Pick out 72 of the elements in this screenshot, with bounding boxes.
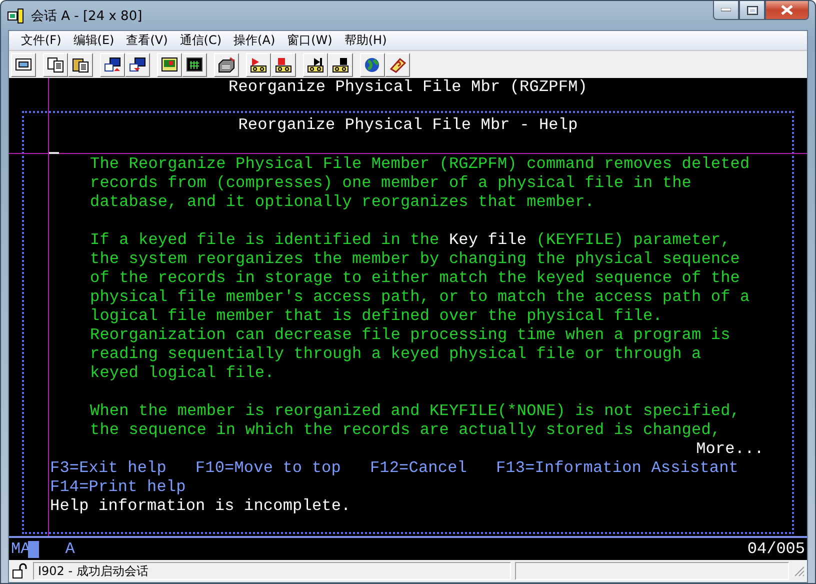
globe-icon	[364, 56, 381, 72]
monitors-icon	[104, 56, 121, 72]
toolbar-button[interactable]	[125, 52, 150, 76]
toolbar-button[interactable]	[328, 52, 353, 76]
menu-item[interactable]: 查看(V)	[120, 32, 174, 49]
padlock-icon	[11, 563, 29, 579]
help-book-icon	[389, 56, 406, 72]
function-key-hint: F10=Move to top	[195, 459, 341, 478]
help-text-line: When the member is reorganized and KEYFILE(*NONE) is not specified,	[90, 402, 740, 421]
toolbar-button[interactable]	[303, 52, 328, 76]
help-text-line: database, and it optionally reorganizes that member.	[90, 193, 594, 212]
keyboard-icon	[218, 56, 235, 72]
toolbar-button[interactable]	[157, 52, 182, 76]
help-text-line: Reorganization can decrease file processing time when a program is	[90, 326, 730, 345]
cursor-block	[28, 540, 40, 558]
help-text-line: The Reorganize Physical File Member (RGZPFM) command removes deleted	[90, 155, 750, 174]
close-icon	[781, 5, 793, 15]
help-message: Help information is incomplete.	[50, 497, 351, 516]
window-title: 会话 A - [24 x 80]	[31, 8, 142, 24]
text-cursor	[49, 152, 59, 154]
maximize-icon	[746, 6, 758, 14]
menu-item[interactable]: 文件(F)	[15, 32, 68, 49]
paste-icon	[72, 56, 89, 72]
grid-icon	[186, 56, 203, 72]
tape-icon	[275, 56, 292, 72]
menu-item[interactable]: 编辑(E)	[67, 32, 120, 49]
tape-icon	[332, 56, 349, 72]
tape-icon	[250, 56, 267, 72]
help-title: Reorganize Physical File Mbr - Help	[238, 116, 578, 135]
toolbar-button[interactable]	[43, 52, 68, 76]
toolbar-button[interactable]	[11, 52, 36, 76]
more-indicator: More...	[696, 440, 764, 459]
screen-icon	[15, 56, 32, 72]
maximize-button[interactable]	[739, 1, 765, 20]
toolbar-button[interactable]	[360, 52, 385, 76]
copy-icon	[47, 56, 64, 72]
resize-grip-icon[interactable]	[793, 565, 805, 577]
help-text-line: If a keyed file is identified in the Key file (KEYFILE) parameter,	[90, 231, 730, 250]
menu-item[interactable]: 通信(C)	[174, 32, 228, 49]
function-key-hint: F13=Information Assistant	[496, 459, 739, 478]
menu-item[interactable]: 帮助(H)	[338, 32, 393, 49]
monitors-icon	[129, 56, 146, 72]
toolbar-button[interactable]	[271, 52, 296, 76]
help-text-line: records from (compresses) one member of a physical file in the	[90, 174, 692, 193]
minimize-icon	[721, 8, 731, 12]
status-message: I902 - 成功启动会话	[33, 562, 511, 580]
cursor-position: 04/005	[747, 540, 805, 558]
close-button[interactable]	[765, 1, 809, 20]
function-key-hint: F3=Exit help	[50, 459, 166, 478]
function-key-hint: F12=Cancel	[370, 459, 467, 478]
help-text-line: physical file member's access path, or to match the access path of a	[90, 288, 750, 307]
tape-icon	[307, 56, 324, 72]
help-text-line: of the records in storage to either match the keyed sequence of the	[90, 269, 740, 288]
field-indicator: A	[65, 540, 75, 558]
minimize-button[interactable]	[713, 1, 739, 20]
toolbar-button[interactable]	[68, 52, 93, 76]
help-text-line: the sequence in which the records are actually stored is changed,	[90, 421, 721, 440]
toolbar-button[interactable]	[182, 52, 207, 76]
help-text-line: reading sequentially through a keyed physical file or through a	[90, 345, 702, 364]
menu-item[interactable]: 操作(A)	[228, 32, 282, 49]
toolbar-button[interactable]	[246, 52, 271, 76]
toolbar-button[interactable]	[100, 52, 125, 76]
help-text-line: keyed logical file.	[90, 364, 274, 383]
help-text-line: the system reorganizes the member by changing the physical sequence	[90, 250, 740, 269]
help-text-line: logical file member that is defined over the physical file.	[90, 307, 662, 326]
function-key-hint: F14=Print help	[50, 478, 186, 497]
display-icon	[161, 56, 178, 72]
app-icon	[7, 8, 25, 24]
screen-title: Reorganize Physical File Mbr (RGZPFM)	[228, 78, 588, 97]
toolbar-button[interactable]	[385, 52, 410, 76]
menu-item[interactable]: 窗口(W)	[281, 32, 338, 49]
toolbar-button[interactable]	[214, 52, 239, 76]
